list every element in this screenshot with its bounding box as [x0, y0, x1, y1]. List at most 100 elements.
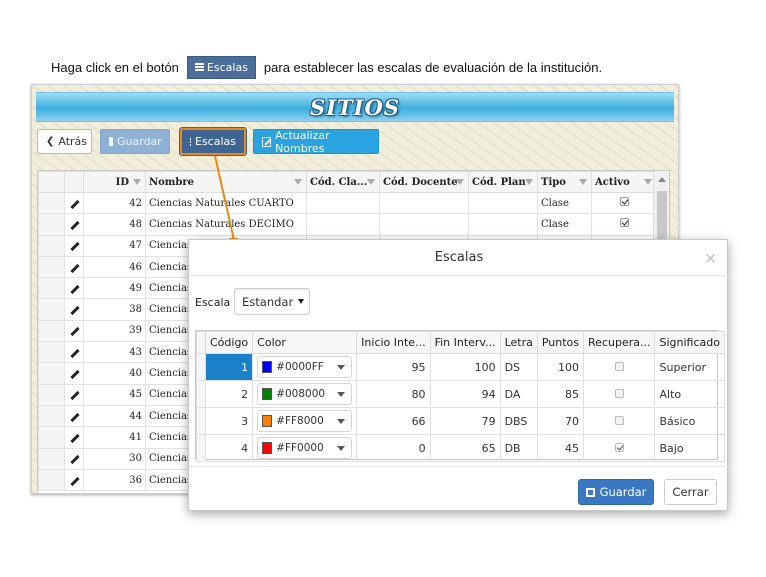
col-header-codigo[interactable]: Código	[204, 331, 254, 354]
cell-letra[interactable]: DA	[499, 380, 538, 408]
cell-inicio[interactable]: 0	[356, 434, 431, 462]
cell-id: 41	[83, 426, 146, 449]
recupera-checkbox[interactable]	[614, 361, 624, 371]
col-header-significado[interactable]: Significado	[654, 331, 725, 354]
col-header-cod-docente[interactable]: Cód. Docente	[379, 171, 469, 193]
cell-activo[interactable]	[591, 191, 657, 215]
pencil-icon	[70, 391, 80, 401]
cell-codigo[interactable]: 2	[204, 380, 254, 408]
cell-activo[interactable]	[591, 213, 657, 236]
list-icon	[190, 137, 191, 146]
cell-id: 38	[83, 298, 146, 321]
cell-puntos[interactable]: 70	[536, 407, 585, 435]
col-header-nombre[interactable]: Nombre	[145, 171, 307, 193]
cell-inicio[interactable]: 95	[356, 353, 431, 381]
edit-row-button[interactable]	[64, 426, 84, 449]
cell-letra[interactable]: DB	[499, 434, 538, 462]
cell-letra[interactable]: DS	[499, 353, 538, 381]
color-select[interactable]: #008000	[257, 383, 353, 405]
escala-select[interactable]: Estandar	[234, 288, 310, 315]
col-header-tipo[interactable]: Tipo	[537, 171, 592, 193]
save-icon	[585, 487, 595, 497]
cell-color[interactable]: #FF0000	[252, 434, 358, 462]
recupera-checkbox[interactable]	[614, 415, 624, 425]
color-select[interactable]: #0000FF	[257, 356, 353, 378]
col-header-activo[interactable]: Activo	[591, 171, 657, 193]
col-header-puntos[interactable]: Puntos	[536, 331, 585, 354]
checkbox-checked[interactable]	[619, 197, 629, 207]
col-header-color[interactable]: Color	[252, 331, 358, 354]
table-row[interactable]: 48 Ciencias Naturales DECIMO Clase	[38, 213, 657, 236]
edit-row-button[interactable]	[64, 191, 84, 215]
edit-row-button[interactable]	[64, 383, 84, 406]
edit-row-button[interactable]	[64, 319, 84, 343]
instruction-text: Haga click en el botón Escalas para esta…	[51, 55, 602, 79]
checkbox-checked[interactable]	[619, 218, 629, 228]
color-select[interactable]: #FF8000	[257, 410, 353, 432]
cell-fin[interactable]: 100	[429, 353, 501, 381]
filter-icon	[456, 179, 464, 185]
col-header-letra[interactable]: Letra	[499, 331, 538, 354]
edit-row-button[interactable]	[64, 447, 84, 470]
pencil-icon	[70, 455, 80, 465]
edit-row-button[interactable]	[64, 468, 84, 492]
table-row[interactable]: 4 #FF0000 0 65 DB 45 Bajo	[196, 434, 725, 462]
table-row[interactable]: 42 Ciencias Naturales CUARTO Clase	[38, 191, 657, 215]
cell-significado[interactable]: Alto	[654, 380, 725, 408]
cell-id: 42	[83, 191, 146, 215]
back-button[interactable]: ❮ Atrás	[37, 129, 92, 154]
col-header-id[interactable]: ID	[83, 171, 146, 193]
cell-color[interactable]: #008000	[252, 380, 358, 408]
col-header-cod-plan[interactable]: Cód. Plan	[468, 171, 538, 193]
cell-codigo[interactable]: 1	[204, 353, 254, 381]
cell-puntos[interactable]: 45	[536, 434, 585, 462]
update-names-button[interactable]: Actualizar Nombres	[253, 129, 379, 155]
cell-recupera[interactable]	[583, 434, 656, 462]
cell-puntos[interactable]: 100	[536, 353, 585, 381]
edit-row-button[interactable]	[64, 341, 84, 364]
caret-down-icon	[337, 392, 346, 397]
save-button[interactable]: Guardar	[100, 129, 170, 154]
cell-significado[interactable]: Bajo	[654, 434, 725, 462]
cell-fin[interactable]: 94	[429, 380, 501, 408]
table-row[interactable]: 1 #0000FF 95 100 DS 100 Superior	[196, 353, 725, 381]
col-header-inicio[interactable]: Inicio Inte...	[356, 331, 431, 354]
cell-recupera[interactable]	[583, 380, 656, 408]
cell-fin[interactable]: 79	[429, 407, 501, 435]
pencil-icon	[70, 306, 80, 316]
cell-inicio[interactable]: 66	[356, 407, 431, 435]
cell-color[interactable]: #FF8000	[252, 407, 358, 435]
table-row[interactable]: 3 #FF8000 66 79 DBS 70 Básico	[196, 407, 725, 435]
cell-recupera[interactable]	[583, 353, 656, 381]
recupera-checkbox[interactable]	[614, 442, 624, 452]
scales-button[interactable]: Escalas	[179, 127, 247, 156]
close-icon[interactable]: ×	[704, 249, 717, 267]
color-select[interactable]: #FF0000	[257, 437, 353, 459]
col-header-recupera[interactable]: Recupera...	[583, 331, 656, 354]
modal-close-button[interactable]: Cerrar	[664, 479, 717, 505]
cell-inicio[interactable]: 80	[356, 380, 431, 408]
cell-significado[interactable]: Básico	[654, 407, 725, 435]
cell-puntos[interactable]: 85	[536, 380, 585, 408]
cell-recupera[interactable]	[583, 407, 656, 435]
recupera-checkbox[interactable]	[614, 388, 624, 398]
table-row[interactable]: 2 #008000 80 94 DA 85 Alto	[196, 380, 725, 408]
modal-save-button[interactable]: Guardar	[578, 479, 654, 505]
col-header-cod-clase[interactable]: Cód. Cla...	[306, 171, 380, 193]
edit-row-button[interactable]	[64, 362, 84, 385]
edit-row-button[interactable]	[64, 255, 84, 279]
cell-fin[interactable]: 65	[429, 434, 501, 462]
cell-letra[interactable]: DBS	[499, 407, 538, 435]
col-header-fin[interactable]: Fin Interv...	[429, 331, 501, 354]
edit-row-button[interactable]	[64, 404, 84, 428]
scroll-up-icon[interactable]	[658, 177, 666, 182]
cell-significado[interactable]: Superior	[654, 353, 725, 381]
cell-codigo[interactable]: 3	[204, 407, 254, 435]
cell-codigo[interactable]: 4	[204, 434, 254, 462]
edit-row-button[interactable]	[64, 213, 84, 236]
edit-row-button[interactable]	[64, 298, 84, 321]
cell-color[interactable]: #0000FF	[252, 353, 358, 381]
filter-icon	[644, 179, 652, 185]
edit-row-button[interactable]	[64, 234, 84, 257]
edit-row-button[interactable]	[64, 277, 84, 300]
